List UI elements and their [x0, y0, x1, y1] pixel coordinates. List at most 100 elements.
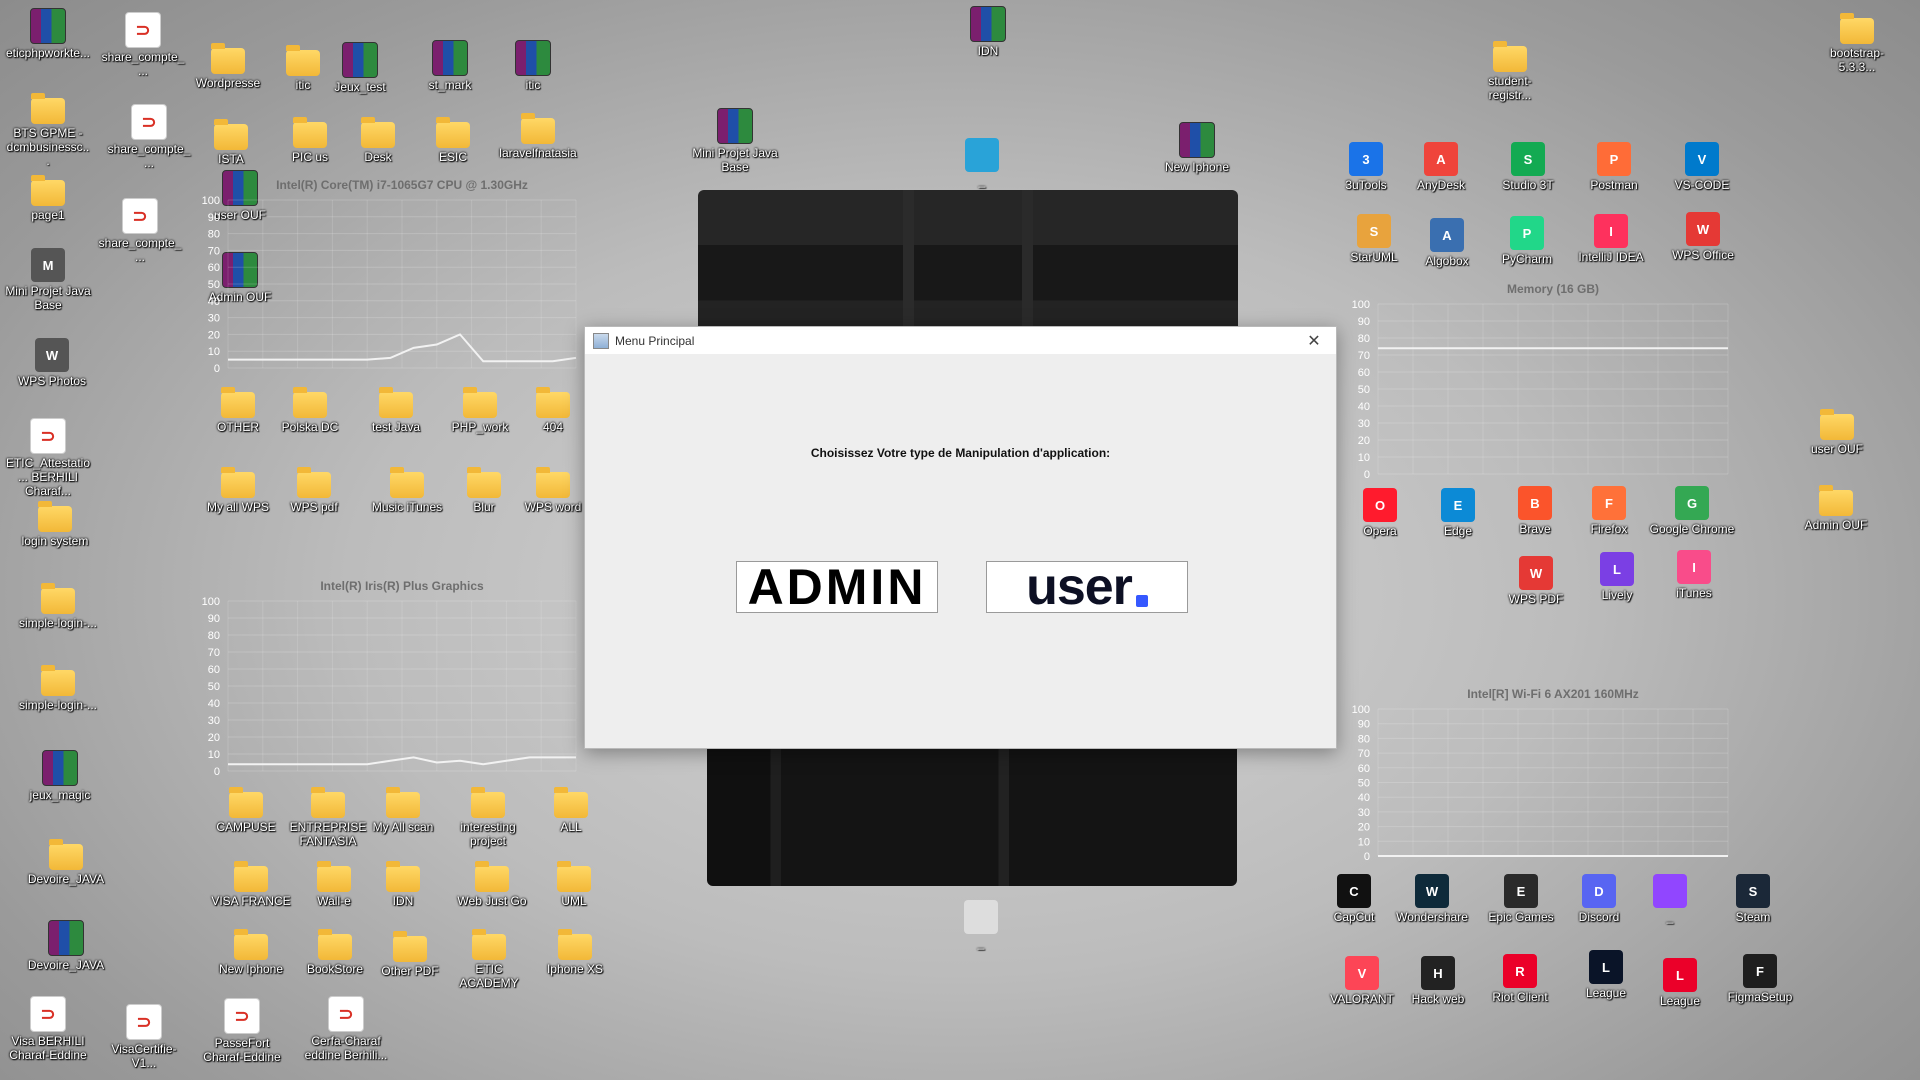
desktop-icon-uml[interactable]: UML	[531, 860, 617, 908]
desktop-icon-devoire-java[interactable]: Devoire_JAVA	[23, 838, 109, 886]
desktop-icon-firefox[interactable]: F Firefox	[1566, 486, 1652, 536]
desktop-icon-login-system[interactable]: login system	[12, 500, 98, 548]
desktop-icon-studio-3t[interactable]: S Studio 3T	[1485, 142, 1571, 192]
desktop-icon-ista[interactable]: ISTA	[188, 118, 274, 166]
desktop-icon-new-iphone[interactable]: New Iphone	[208, 928, 294, 976]
desktop-icon-valorant[interactable]: V VALORANT	[1319, 956, 1405, 1006]
desktop-icon-figmasetup[interactable]: F FigmaSetup	[1717, 954, 1803, 1004]
desktop-icon-epic-games[interactable]: E Epic Games	[1478, 874, 1564, 924]
desktop-icon-share-compte[interactable]: ⊃ share_compte_...	[106, 104, 192, 170]
desktop-icon-idn[interactable]: IDN	[360, 860, 446, 908]
desktop-icon-opera[interactable]: O Opera	[1337, 488, 1423, 538]
desktop-icon-mini-projet-java-base[interactable]: Mini Projet Java Base	[692, 108, 778, 174]
desktop-icon-capcut[interactable]: C CapCut	[1311, 874, 1397, 924]
y-tick-label: 70	[208, 647, 220, 659]
desktop-icon-label: OTHER	[217, 420, 259, 434]
desktop-icon-user-ouf[interactable]: user OUF	[1794, 408, 1880, 456]
desktop-icon-test-java[interactable]: test Java	[353, 386, 439, 434]
desktop-icon-wps-pdf[interactable]: W WPS PDF	[1493, 556, 1579, 606]
desktop-icon-visa-berhili-charaf-eddine[interactable]: ⊃ Visa BERHILI Charaf-Eddine	[5, 996, 91, 1062]
desktop-icon-3utools[interactable]: 3 3uTools	[1323, 142, 1409, 192]
close-button[interactable]: ✕	[1292, 327, 1336, 354]
desktop-icon-interesting-project[interactable]: interesting project	[445, 786, 531, 848]
desktop-icon-visacertifie-v1[interactable]: ⊃ VisaCertifie-V1...	[101, 1004, 187, 1070]
desktop-icon-edge[interactable]: E Edge	[1415, 488, 1501, 538]
desktop-icon-polska-dc[interactable]: Polska DC	[267, 386, 353, 434]
desktop-icon-label: My All scan	[372, 820, 434, 834]
desktop-icon-lively[interactable]: L Lively	[1574, 552, 1660, 602]
desktop-icon-idn[interactable]: IDN	[945, 6, 1031, 58]
pdf-icon: ⊃	[30, 996, 66, 1032]
desktop-icon-itic[interactable]: itic	[490, 40, 576, 92]
desktop-icon-my-all-scan[interactable]: My All scan	[360, 786, 446, 834]
desktop-icon-page1[interactable]: page1	[5, 174, 91, 222]
dialog-titlebar[interactable]: Menu Principal ✕	[585, 327, 1336, 354]
desktop-icon-google-chrome[interactable]: G Google Chrome	[1649, 486, 1735, 536]
desktop-icon-bts-gpme-dcmbusinessc[interactable]: BTS GPME - dcmbusinessc...	[5, 92, 91, 168]
desktop-icon-blank[interactable]: _	[938, 900, 1024, 950]
desktop-icon-label: WPS Office	[1672, 248, 1734, 262]
desktop-icon-wps-photos[interactable]: W WPS Photos	[9, 338, 95, 388]
desktop-icon-admin-ouf[interactable]: Admin OUF	[1793, 484, 1879, 532]
desktop-icon-simple-login[interactable]: simple-login-...	[15, 664, 101, 712]
desktop-icon-jeux-test[interactable]: Jeux_test	[317, 42, 403, 94]
user-button-label: user	[1026, 558, 1133, 616]
desktop-icon-wps-pdf[interactable]: WPS pdf	[271, 466, 357, 514]
desktop-icon-etic-academy[interactable]: ETIC ACADEMY	[446, 928, 532, 990]
desktop-icon-blank[interactable]: _	[939, 138, 1025, 188]
desktop-icon-desk[interactable]: Desk	[335, 116, 421, 164]
desktop-icon-label: UML	[561, 894, 587, 908]
desktop-icon-student-registr[interactable]: student-registr...	[1467, 40, 1553, 102]
admin-button[interactable]: ADMIN	[736, 561, 938, 613]
desktop-icon-mini-projet-java-base[interactable]: M Mini Projet Java Base	[5, 248, 91, 312]
folder-icon	[293, 117, 327, 148]
desktop-icon-itunes[interactable]: IiTunes	[1651, 550, 1737, 600]
desktop-icon-wps-office[interactable]: W WPS Office	[1660, 212, 1746, 262]
desktop-icon-vs-code[interactable]: V VS-CODE	[1659, 142, 1745, 192]
desktop-icon-label: VISA FRANCE	[211, 894, 291, 908]
desktop-icon-postman[interactable]: P Postman	[1571, 142, 1657, 192]
desktop-icon-laravelfnatasia[interactable]: laravelfnatasia	[495, 112, 581, 160]
desktop-icon-hack-web[interactable]: H Hack web	[1395, 956, 1481, 1006]
desktop-icon-passefort-charaf-eddine[interactable]: ⊃ PasseFort Charaf-Eddine	[199, 998, 285, 1064]
desktop-icon-share-compte[interactable]: ⊃ share_compte_...	[97, 198, 183, 264]
desktop-icon-bookstore[interactable]: BookStore	[292, 928, 378, 976]
desktop-icon-cerfa-charaf-eddine-berhili[interactable]: ⊃ Cerfa-Charaf eddine Berhili...	[303, 996, 389, 1062]
desktop-icon-wordpresse[interactable]: Wordpresse	[185, 42, 271, 90]
desktop-icon-esic[interactable]: ESIC	[410, 116, 496, 164]
desktop-icon-entreprise-fantasia[interactable]: ENTREPRISE FANTASIA	[285, 786, 371, 848]
desktop-icon-league[interactable]: L League	[1637, 958, 1723, 1008]
desktop-icon-simple-login[interactable]: simple-login-...	[15, 582, 101, 630]
desktop-icon-other-pdf[interactable]: Other PDF	[367, 930, 453, 978]
desktop-icon-new-iphone[interactable]: New Iphone	[1154, 122, 1240, 174]
desktop-icon-eticphpworkte[interactable]: eticphpworkte...	[5, 8, 91, 60]
desktop-icon-all[interactable]: ALL	[528, 786, 614, 834]
desktop-icon-visa-france[interactable]: VISA FRANCE	[208, 860, 294, 908]
desktop-icon-bootstrap-5-3-3[interactable]: bootstrap-5.3.3...	[1814, 12, 1900, 74]
desktop-icon-anydesk[interactable]: A AnyDesk	[1398, 142, 1484, 192]
desktop-icon-share-compte[interactable]: ⊃ share_compte_...	[100, 12, 186, 78]
desktop-icon-label: simple-login-...	[18, 616, 98, 630]
desktop-icon-st-mark[interactable]: st_mark	[407, 40, 493, 92]
desktop-icon-web-just-go[interactable]: Web Just Go	[449, 860, 535, 908]
desktop-icon-wondershare[interactable]: W Wondershare	[1389, 874, 1475, 924]
desktop-icon-label: PasseFort Charaf-Eddine	[203, 1036, 281, 1064]
y-tick-label: 10	[1358, 452, 1370, 464]
desktop-icon-music-itunes[interactable]: Music iTunes	[364, 466, 450, 514]
desktop-icon-label: Riot Client	[1492, 990, 1548, 1004]
desktop-icon-my-all-wps[interactable]: My all WPS	[195, 466, 281, 514]
desktop-icon-devoire-java[interactable]: Devoire_JAVA	[23, 920, 109, 972]
desktop-icon-jeux-magic[interactable]: jeux_magic	[17, 750, 103, 802]
desktop-icon-label: Desk	[364, 150, 392, 164]
desktop-icon-steam[interactable]: S Steam	[1710, 874, 1796, 924]
desktop-icon-riot-client[interactable]: R Riot Client	[1477, 954, 1563, 1004]
desktop-icon-algobox[interactable]: A Algobox	[1404, 218, 1490, 268]
y-tick-label: 30	[1358, 807, 1370, 819]
desktop-icon-intellij-idea[interactable]: I IntelliJ IDEA	[1568, 214, 1654, 264]
desktop-icon-campuse[interactable]: CAMPUSE	[203, 786, 289, 834]
user-button[interactable]: user	[986, 561, 1188, 613]
desktop-icon-pycharm[interactable]: P PyCharm	[1484, 216, 1570, 266]
desktop-icon-etic-attestatio-berhili-charaf[interactable]: ⊃ ETIC_Attestatio... BERHILI Charaf...	[5, 418, 91, 498]
desktop-icon-iphone-xs[interactable]: Iphone XS	[532, 928, 618, 976]
desktop-icon-blank[interactable]: _	[1627, 874, 1713, 924]
